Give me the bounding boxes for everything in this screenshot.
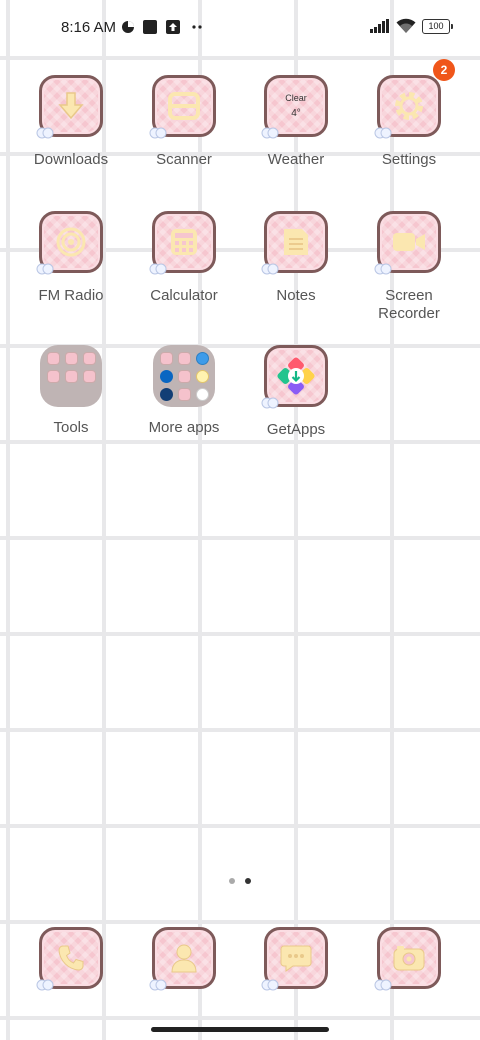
page-dot[interactable] [229, 878, 235, 884]
app-label: Downloads [33, 151, 109, 168]
page-dot-current[interactable] [245, 878, 251, 884]
calculator-icon[interactable] [149, 211, 216, 275]
app-label: Calculator [150, 287, 218, 304]
download-icon[interactable] [36, 75, 103, 139]
app-label: Settings [381, 151, 437, 168]
app-calculator[interactable]: Calculator [128, 211, 240, 305]
folder-icon[interactable] [40, 345, 102, 407]
scanner-icon[interactable] [149, 75, 216, 139]
app-notes[interactable]: Notes [240, 211, 352, 305]
messages-icon[interactable] [261, 927, 328, 991]
app-label: GetApps [266, 421, 326, 438]
gear-icon[interactable] [374, 75, 441, 139]
radio-icon[interactable] [36, 211, 103, 275]
contacts-icon[interactable] [149, 927, 216, 991]
weather-icon[interactable]: Clear 4° [261, 75, 328, 139]
weather-condition: Clear [285, 93, 307, 103]
app-label: Screen Recorder [378, 287, 440, 322]
battery-icon: 100 [422, 18, 453, 34]
dock-phone[interactable] [15, 927, 127, 991]
page-indicator [0, 878, 480, 884]
signal-icon [370, 19, 389, 33]
dock-contacts[interactable] [128, 927, 240, 991]
notification-badge: 2 [433, 59, 455, 81]
home-indicator[interactable] [151, 1027, 329, 1032]
app-label: FM Radio [38, 287, 104, 304]
app-settings[interactable]: 2 Settings [353, 59, 465, 169]
video-camera-icon[interactable] [374, 211, 441, 275]
data-saver-icon [122, 21, 134, 33]
weather-temp: 4° [291, 108, 301, 119]
app-label: Notes [276, 287, 316, 304]
dock-messages[interactable] [240, 927, 352, 991]
getapps-icon[interactable] [261, 345, 328, 409]
upload-notification-icon [166, 20, 180, 34]
folder-tools[interactable]: Tools [15, 345, 127, 437]
phone-icon[interactable] [36, 927, 103, 991]
app-fm-radio[interactable]: FM Radio [15, 211, 127, 305]
notes-icon[interactable] [261, 211, 328, 275]
status-bar: 8:16 AM 100 [0, 14, 480, 42]
app-label: Weather [267, 151, 325, 168]
camera-icon[interactable] [374, 927, 441, 991]
folder-more-apps[interactable]: More apps [128, 345, 240, 437]
app-label: More apps [148, 419, 220, 436]
square-notification-icon [143, 20, 157, 34]
more-notifications-icon [192, 25, 202, 29]
wifi-icon [396, 18, 416, 33]
app-weather[interactable]: Clear 4° Weather [240, 75, 352, 169]
clock: 8:16 AM [61, 19, 117, 36]
dock-camera[interactable] [353, 927, 465, 991]
app-label: Scanner [156, 151, 212, 168]
app-scanner[interactable]: Scanner [128, 75, 240, 169]
app-getapps[interactable]: GetApps [240, 345, 352, 439]
app-screen-recorder[interactable]: Screen Recorder [353, 211, 465, 323]
folder-icon[interactable] [153, 345, 215, 407]
app-downloads[interactable]: Downloads [15, 75, 127, 169]
app-label: Tools [53, 419, 89, 436]
